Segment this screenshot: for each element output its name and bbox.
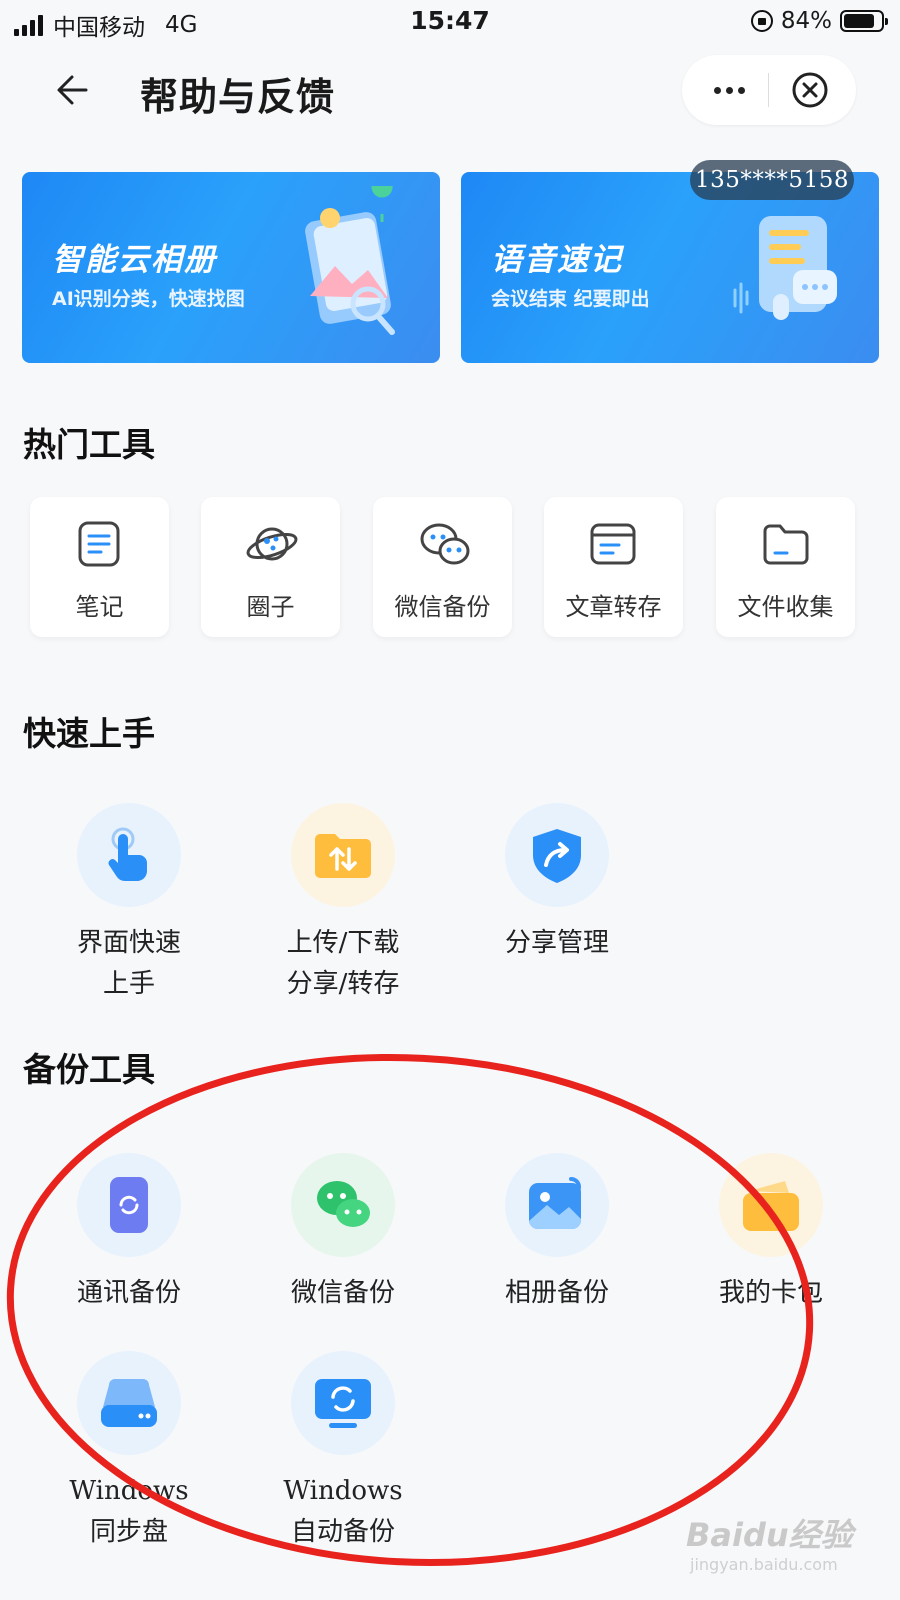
item-label-line2: 上手: [102, 969, 155, 999]
tool-notes[interactable]: 笔记: [30, 497, 169, 637]
page-title: 帮助与反馈: [140, 75, 336, 119]
monitor-sync-icon: [315, 1379, 371, 1428]
item-label-line1: 界面快速: [76, 928, 181, 958]
capsule-divider: [768, 73, 769, 107]
backup-card-wallet[interactable]: 我的卡包: [664, 1153, 878, 1314]
item-label-line1: Windows: [283, 1476, 403, 1506]
watermark-brand: Baidu经验: [686, 1516, 853, 1554]
planet-icon: [246, 527, 298, 561]
folder-icon: [763, 524, 809, 565]
disk-icon: [101, 1379, 157, 1427]
backup-windows-auto[interactable]: Windows 自动备份: [236, 1351, 450, 1553]
album-illustration-icon: [305, 186, 395, 335]
tool-label: 微信备份: [394, 593, 491, 621]
backup-photos[interactable]: 相册备份: [450, 1153, 664, 1314]
quick-start-share-manage[interactable]: 分享管理: [450, 803, 664, 964]
banner-subtitle: AI识别分类，快速找图: [52, 288, 245, 310]
section-title-hot-tools: 热门工具: [23, 425, 155, 464]
banner-title: 语音速记: [491, 242, 623, 278]
item-label-line1: 上传/下载: [286, 928, 400, 958]
article-icon: [590, 523, 636, 565]
item-label: 我的卡包: [718, 1278, 823, 1308]
quick-start-upload-download[interactable]: 上传/下载分享/转存: [236, 803, 450, 1005]
arrow-left-icon: [57, 75, 88, 105]
banner-voice-notes[interactable]: 语音速记 会议结束 纪要即出: [461, 172, 879, 363]
share-shield-icon: [533, 829, 581, 883]
phone-number-badge: 135****5158: [690, 160, 854, 200]
backup-contacts[interactable]: 通讯备份: [22, 1153, 236, 1314]
mini-program-capsule: [682, 55, 856, 125]
more-dots-icon: [713, 86, 721, 94]
item-label-line1: 分享管理: [504, 928, 609, 958]
item-label-line1: Windows: [69, 1476, 189, 1506]
hand-tap-icon: [108, 827, 147, 881]
watermark-url: jingyan.baidu.com: [690, 1555, 838, 1574]
close-button[interactable]: [790, 70, 830, 110]
wechat-icon: [317, 1181, 370, 1227]
backup-wechat[interactable]: 微信备份: [236, 1153, 450, 1314]
nav-header: 帮助与反馈: [0, 50, 900, 130]
back-button[interactable]: [50, 66, 98, 114]
close-circle-icon: [792, 72, 828, 108]
item-label-line2: 同步盘: [89, 1517, 168, 1547]
status-bar: 中国移动 4G 15:47 84%: [0, 0, 900, 46]
upload-download-icon: [315, 834, 371, 878]
section-title-backup-tools: 备份工具: [23, 1050, 155, 1089]
backup-windows-sync-disk[interactable]: Windows 同步盘: [22, 1351, 236, 1553]
wechat-icon: [420, 523, 470, 565]
banner-subtitle: 会议结束 纪要即出: [491, 288, 650, 310]
tool-label: 文章转存: [565, 593, 662, 621]
tool-file-collect[interactable]: 文件收集: [716, 497, 855, 637]
item-label-line2: 自动备份: [290, 1517, 395, 1547]
voice-note-illustration-icon: [733, 216, 837, 320]
tool-label: 文件收集: [737, 593, 834, 621]
photo-sync-icon: [529, 1177, 581, 1229]
note-icon: [78, 521, 120, 567]
tool-label: 笔记: [75, 593, 124, 621]
banner-smart-album[interactable]: 智能云相册 AI识别分类，快速找图: [22, 172, 440, 363]
contacts-sync-icon: [110, 1177, 148, 1233]
quick-start-ui[interactable]: 界面快速 上手: [22, 803, 236, 1005]
item-label: 相册备份: [504, 1278, 609, 1308]
item-label: 微信备份: [290, 1278, 395, 1308]
battery-percent: 84%: [780, 8, 832, 34]
wallet-icon: [743, 1181, 799, 1231]
tool-article-save[interactable]: 文章转存: [544, 497, 683, 637]
battery-icon: [840, 10, 888, 32]
tool-label: 圈子: [246, 593, 295, 621]
banner-title: 智能云相册: [52, 242, 217, 278]
more-button[interactable]: [704, 65, 754, 115]
section-title-quick-start: 快速上手: [23, 714, 155, 753]
tool-circle[interactable]: 圈子: [201, 497, 340, 637]
item-label: 通讯备份: [76, 1278, 181, 1308]
item-label-line2: 分享/转存: [286, 969, 400, 999]
tool-wechat-backup[interactable]: 微信备份: [373, 497, 512, 637]
rotation-lock-icon: [750, 10, 773, 32]
